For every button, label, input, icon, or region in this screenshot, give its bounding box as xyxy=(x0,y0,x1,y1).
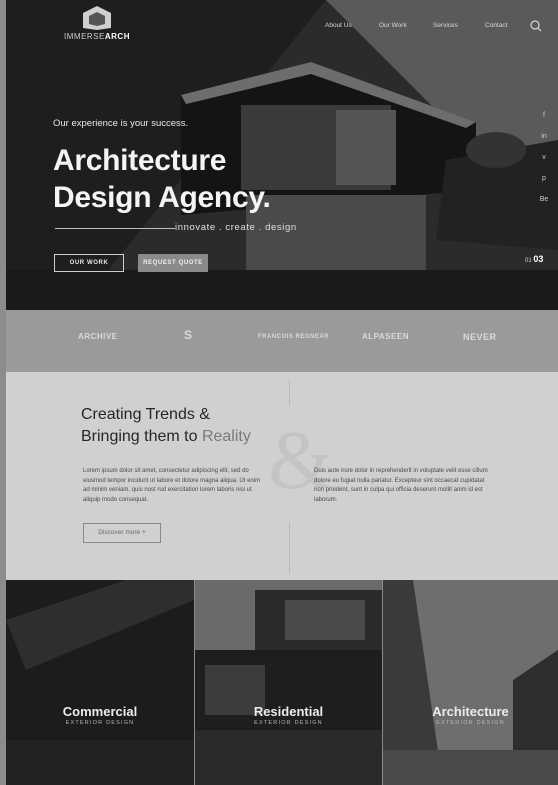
brand-prefix: IMMERSE xyxy=(64,32,105,41)
hero-section: IMMERSEARCH About Us Our Work Services C… xyxy=(6,0,558,310)
card-subtitle: EXTERIOR DESIGN xyxy=(436,720,505,726)
about-paragraph-right: Duis aute irure dolor in reprehenderit i… xyxy=(314,468,488,503)
headline-divider xyxy=(55,228,175,229)
about-paragraph-left: Lorem ipsum dolor sit amet, consectetur … xyxy=(83,468,261,503)
vimeo-icon[interactable]: v xyxy=(538,154,550,175)
card-subtitle: EXTERIOR DESIGN xyxy=(254,720,323,726)
nav-item-contact[interactable]: Contact xyxy=(485,22,507,29)
facebook-icon[interactable]: f xyxy=(538,112,550,133)
commercial-photo xyxy=(6,580,194,785)
brand-logo[interactable]: IMMERSEARCH xyxy=(52,6,142,41)
hero-subline: innovate . create . design xyxy=(175,222,297,233)
client-logo-s: S xyxy=(184,328,193,342)
card-title: Architecture xyxy=(432,704,509,719)
client-logo-never: NEVER xyxy=(463,332,497,342)
slide-current: 01 xyxy=(525,258,532,264)
pinterest-icon[interactable]: p xyxy=(538,175,550,196)
architecture-photo xyxy=(383,580,558,785)
nav-item-our-work[interactable]: Our Work xyxy=(379,22,407,29)
brand-suffix: ARCH xyxy=(104,32,130,41)
client-logo-francois: FRANCOIS REGNEAR xyxy=(258,334,330,340)
residential-photo xyxy=(195,580,382,785)
brand-name: IMMERSEARCH xyxy=(52,32,142,41)
hero-headline-line1: Architecture xyxy=(53,144,227,177)
nav-item-services[interactable]: Services xyxy=(433,22,458,29)
slide-counter: 01 03 xyxy=(525,254,543,264)
card-commercial[interactable]: Commercial EXTERIOR DESIGN xyxy=(6,580,194,785)
request-quote-button[interactable]: REQUEST QUOTE xyxy=(138,254,208,272)
card-residential[interactable]: Residential EXTERIOR DESIGN xyxy=(195,580,382,785)
nav-item-about-us[interactable]: About Us xyxy=(325,22,352,29)
logo-mark-icon xyxy=(83,6,111,30)
about-title-highlight: Reality xyxy=(201,428,251,445)
card-architecture[interactable]: Architecture EXTERIOR DESIGN xyxy=(383,580,558,785)
behance-icon[interactable]: Be xyxy=(538,196,550,217)
client-logo-strip: ARCHIVE S FRANCOIS REGNEAR ALPASEEN NEVE… xyxy=(6,310,558,372)
slide-total: 03 xyxy=(533,254,544,264)
services-cards: Commercial EXTERIOR DESIGN Residential E… xyxy=(6,580,558,785)
discover-more-button[interactable]: Discover more + xyxy=(83,523,161,543)
client-logo-archive: ARCHIVE xyxy=(78,332,118,341)
search-icon[interactable] xyxy=(530,20,542,32)
social-links: f in v p Be xyxy=(538,112,550,217)
about-section: & Creating Trends & Bringing them to Rea… xyxy=(6,372,558,580)
card-title: Commercial xyxy=(62,704,138,719)
about-title-line1: Creating Trends & xyxy=(81,406,210,423)
hero-headline-line2: Design Agency. xyxy=(53,181,271,214)
about-title-line2: Bringing them to xyxy=(81,428,202,445)
hero-tagline: Our experience is your success. xyxy=(53,118,189,129)
card-subtitle: EXTERIOR DESIGN xyxy=(65,720,135,726)
linkedin-icon[interactable]: in xyxy=(538,133,550,154)
divider-top xyxy=(289,380,290,406)
about-title: Creating Trends & Bringing them to Reali… xyxy=(81,404,251,448)
our-work-button[interactable]: OUR WORK xyxy=(54,254,124,272)
page: IMMERSEARCH About Us Our Work Services C… xyxy=(6,0,558,785)
client-logo-alpaseen: ALPASEEN xyxy=(362,332,409,341)
hero-headline: Architecture Design Agency. xyxy=(53,142,271,216)
divider-bottom xyxy=(289,522,290,574)
card-title: Residential xyxy=(253,704,324,719)
